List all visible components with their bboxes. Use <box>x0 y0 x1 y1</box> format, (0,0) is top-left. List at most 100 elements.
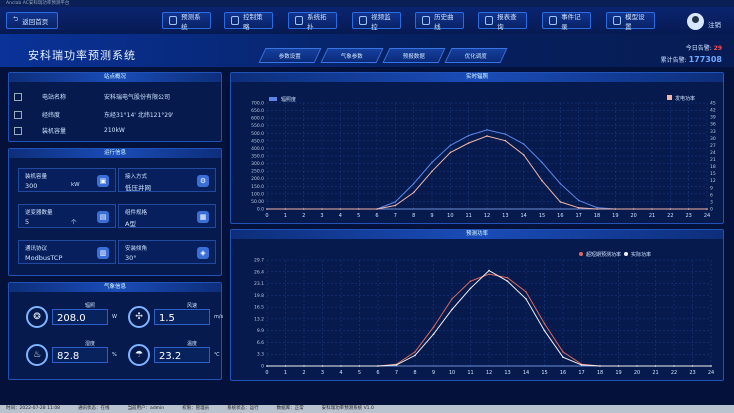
y2-tick-label: 12 <box>710 178 716 184</box>
card-icon[interactable]: ▣ <box>97 175 109 187</box>
info-card: 通讯协议 ModbusTCP ▥ <box>18 240 116 264</box>
data-point <box>414 354 416 357</box>
y2-tick-label: 18 <box>710 164 716 170</box>
y-tick-label: 150.0 <box>251 184 264 190</box>
y2-tick-label: 15 <box>710 171 716 177</box>
y-tick-label: 26.4 <box>254 269 264 275</box>
x-tick-label: 8 <box>412 213 415 219</box>
data-point <box>525 291 527 293</box>
y2-tick-label: 39 <box>710 115 716 121</box>
x-tick-label: 6 <box>376 370 379 376</box>
card-icon[interactable]: ◈ <box>197 247 209 259</box>
data-point <box>596 206 598 209</box>
y-tick-label: 100.0 <box>251 191 264 197</box>
y-tick-label: 450.0 <box>251 138 264 144</box>
legend-swatch <box>624 252 628 256</box>
back-home-button[interactable]: ⮌ 返回首页 <box>6 12 58 29</box>
x-tick-label: 20 <box>630 213 636 219</box>
data-point <box>377 365 379 367</box>
data-point <box>559 201 562 203</box>
window-title: Anclab AC安科瑞功率预测平台 <box>0 0 734 7</box>
nav-button-report[interactable]: 报表查询 <box>478 12 527 31</box>
x-tick-label: 0 <box>265 213 268 219</box>
data-point <box>467 142 470 144</box>
data-point <box>266 365 268 367</box>
y-tick-label: 19.8 <box>254 293 264 299</box>
x-tick-label: 23 <box>685 213 691 219</box>
y-tick-label: 3.3 <box>257 352 264 358</box>
nav-button-model[interactable]: 模型设置 <box>606 12 655 31</box>
x-tick-label: 5 <box>358 370 361 376</box>
legend-label: 实际功率 <box>631 251 651 258</box>
data-point <box>488 269 490 272</box>
y-tick-label: 600.0 <box>251 116 264 122</box>
card-icon[interactable]: ▤ <box>97 211 109 223</box>
weather-irradiance: ❂ 辐照 208.0 W <box>26 303 117 328</box>
user-avatar-icon[interactable] <box>687 13 704 30</box>
y-tick-label: 550.0 <box>251 123 264 129</box>
data-point <box>687 208 690 210</box>
forecast-chart-panel: 预测功率 0 3.3 6.6 9.9 13.2 16.5 19.8 23.1 26.4 29.7 0… <box>230 229 724 381</box>
data-point <box>525 298 527 300</box>
x-tick-label: 3 <box>320 213 323 219</box>
total-alarm-counter: 累计告警: 177308 <box>660 55 722 64</box>
data-point <box>394 201 397 203</box>
x-tick-label: 16 <box>557 213 563 219</box>
y2-tick-label: 24 <box>710 150 716 156</box>
x-tick-label: 17 <box>578 370 584 376</box>
data-point <box>577 207 580 209</box>
y-tick-label: 13.2 <box>254 316 264 322</box>
x-tick-label: 3 <box>321 370 324 376</box>
tab-dispatch[interactable]: 优化调度 <box>444 48 508 63</box>
home-icon <box>14 92 22 101</box>
y2-tick-label: 0 <box>710 207 713 213</box>
nav-button-control[interactable]: 控制策略 <box>224 12 273 31</box>
x-tick-label: 1 <box>284 213 287 219</box>
system-title: 安科瑞功率预测系统 <box>28 49 136 62</box>
nav-button-video[interactable]: 视频监控 <box>352 12 401 31</box>
history-icon <box>422 16 431 25</box>
card-icon[interactable]: ▥ <box>97 247 109 259</box>
data-point <box>543 329 546 332</box>
legend-label: 发电功率 <box>675 95 695 102</box>
legend-swatch <box>579 252 583 256</box>
data-point <box>541 179 543 182</box>
x-tick-label: 4 <box>339 213 342 219</box>
forecast-chart: 03.36.69.913.216.519.823.126.429.70 1 2 3 4 5… <box>254 251 714 376</box>
x-tick-label: 8 <box>413 370 416 376</box>
x-tick-label: 7 <box>395 370 398 376</box>
data-point <box>284 208 287 210</box>
x-tick-label: 21 <box>652 370 658 376</box>
y-tick-label: 250.0 <box>251 169 264 175</box>
x-tick-label: 7 <box>394 213 397 219</box>
tab-parameters[interactable]: 参数设置 <box>258 48 322 63</box>
legend-swatch <box>667 95 672 100</box>
tab-forecast[interactable]: 预报数据 <box>382 48 446 63</box>
arrow-left-icon: ⮌ <box>13 15 19 23</box>
data-point <box>673 365 675 367</box>
data-point <box>303 365 305 367</box>
x-tick-label: 15 <box>541 370 547 376</box>
nav-button-forecast[interactable]: 预测系统 <box>162 12 211 31</box>
panel-title: 站点概况 <box>9 73 221 82</box>
card-icon[interactable]: ⚙ <box>197 175 209 187</box>
data-point <box>358 365 361 367</box>
nav-button-history[interactable]: 历史曲线 <box>415 12 464 31</box>
logout-label[interactable]: 注销 <box>708 19 721 29</box>
y-tick-label: 700.0 <box>251 101 264 107</box>
data-point <box>431 170 433 173</box>
data-point <box>580 364 583 366</box>
x-tick-label: 20 <box>634 370 640 376</box>
x-tick-label: 13 <box>504 370 510 376</box>
y-tick-label: 300.0 <box>251 161 264 167</box>
tab-weather[interactable]: 气象参数 <box>320 48 384 63</box>
data-point <box>486 135 488 137</box>
nav-button-topology[interactable]: 系统拓扑 <box>288 12 337 31</box>
data-point <box>357 208 360 210</box>
x-tick-label: 4 <box>339 370 342 376</box>
x-tick-label: 14 <box>523 370 529 376</box>
nav-button-events[interactable]: 事件记录 <box>542 12 591 31</box>
topology-icon <box>295 16 304 25</box>
card-icon[interactable]: ▦ <box>197 211 209 223</box>
x-tick-label: 18 <box>597 370 603 376</box>
